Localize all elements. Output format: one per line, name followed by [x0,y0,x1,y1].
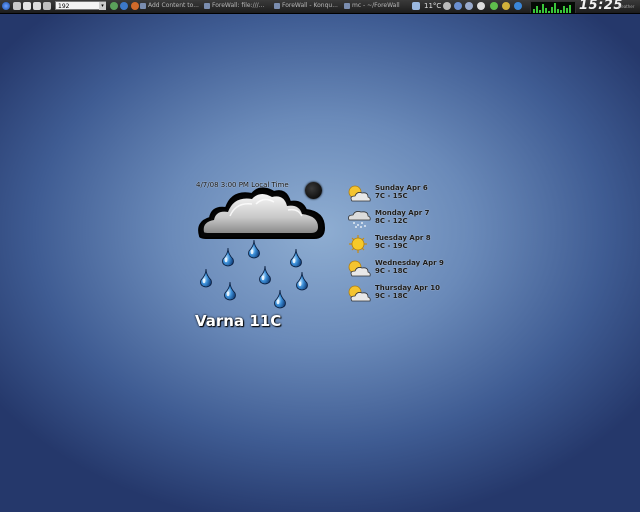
partly-cloudy-icon [348,260,371,277]
forecast-row: Monday Apr 7 8C - 12C [346,209,456,231]
raindrops-icon [200,239,308,309]
weather-widget: 4/7/08 3:00 PM Local Time Varna 11C Sund… [0,0,640,512]
forecast-row: Tuesday Apr 8 9C - 19C [346,234,456,256]
forecast-day: Wednesday Apr 9 [375,259,444,267]
forecast-day: Monday Apr 7 [375,209,430,217]
forecast-row: Wednesday Apr 9 9C - 18C [346,259,456,281]
sun-icon [349,235,367,253]
forecast-day: Thursday Apr 10 [375,284,440,292]
forecast-temperature: 8C - 12C [375,217,408,225]
snow-cloud-icon [348,211,371,228]
moon-icon [305,182,322,199]
forecast-temperature: 9C - 18C [375,267,408,275]
partly-cloudy-icon [348,285,371,302]
partly-cloudy-icon [348,185,371,202]
forecast-row: Sunday Apr 6 7C - 15C [346,184,456,206]
forecast-row: Thursday Apr 10 9C - 18C [346,284,456,306]
local-time-label: 4/7/08 3:00 PM Local Time [196,181,289,189]
location-temperature-label: Varna 11C [195,312,282,330]
forecast-day: Tuesday Apr 8 [375,234,431,242]
forecast-temperature: 9C - 18C [375,292,408,300]
forecast-temperature: 9C - 19C [375,242,408,250]
forecast-day: Sunday Apr 6 [375,184,428,192]
forecast-temperature: 7C - 15C [375,192,408,200]
